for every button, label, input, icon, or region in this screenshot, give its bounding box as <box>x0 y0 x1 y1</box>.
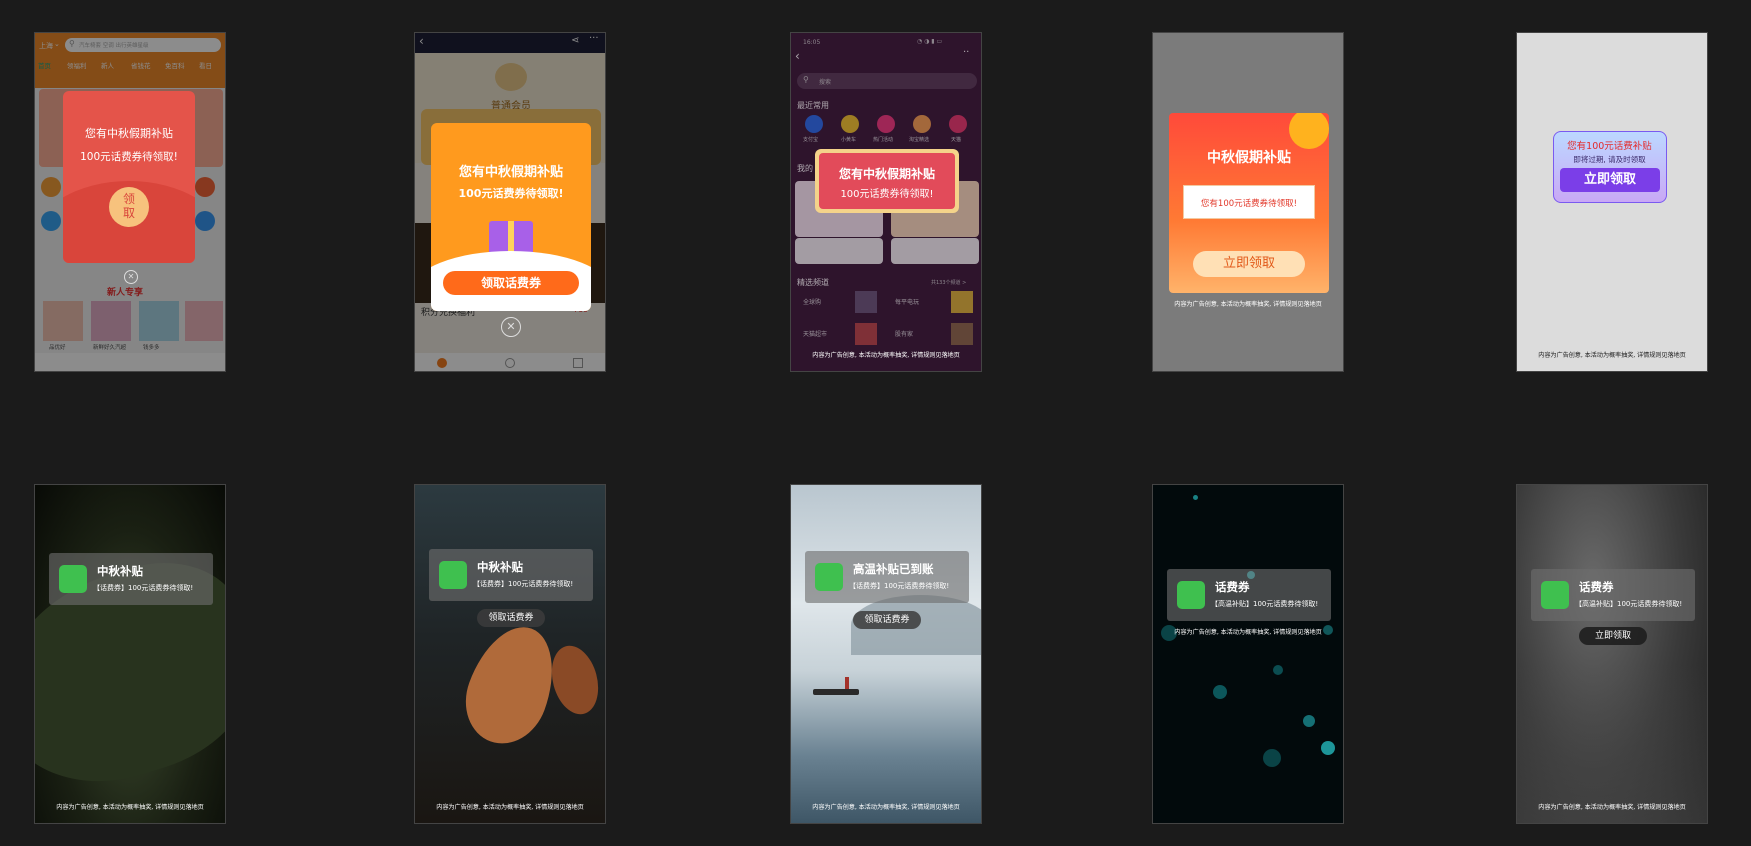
notification-title: 中秋补贴 <box>97 564 143 578</box>
claim-button[interactable]: 领取 <box>109 187 149 227</box>
popup-card[interactable]: 您有100元话费补贴 即将过期, 请及时领取 立即领取 <box>1553 131 1667 203</box>
notification-message: 【话费券】100元话费券待领取! <box>93 584 194 592</box>
popup-line-1: 您有100元话费补贴 <box>1567 141 1652 152</box>
message-notification[interactable]: 话费券 【高温补贴】100元话费券待领取! <box>1531 569 1695 621</box>
popup-card[interactable]: 中秋假期补贴 您有100元话费券待领取! 立即领取 <box>1169 113 1329 293</box>
popup-line-2: 100元话费券待领取! <box>840 189 934 200</box>
bokeh-dot <box>1273 665 1283 675</box>
popup-line-2: 100元话费券待领取! <box>80 151 178 163</box>
message-notification[interactable]: 中秋补贴 【话费券】100元话费券待领取! <box>49 553 213 605</box>
notification-message: 【话费券】100元话费券待领取! <box>473 580 574 588</box>
phone-mockup-1: 上海 ⌄ ⚲ 汽车椅套 空调 出行英雄星级 首页 领福利 新人 省钱花 免百科 … <box>34 32 226 372</box>
notification-title: 中秋补贴 <box>477 560 523 574</box>
claim-button[interactable]: 立即领取 <box>1193 251 1305 277</box>
chat-app-icon <box>439 561 467 589</box>
phone-mockup-7: 中秋补贴 【话费券】100元话费券待领取! 领取话费券 内容为广告创意, 本活动… <box>414 484 606 824</box>
message-notification[interactable]: 中秋补贴 【话费券】100元话费券待领取! <box>429 549 593 601</box>
popup-line-2: 100元话费券待领取! <box>458 187 564 200</box>
phone-mockup-2: ‹ ⋖ ··· 普通会员 积分兑换福利 ¥09 您有中秋假期补贴 100元话费券… <box>414 32 606 372</box>
disclaimer-footer: 内容为广告创意, 本活动为概率抽奖, 详情规则见落地页 <box>1174 301 1322 308</box>
disclaimer-footer: 内容为广告创意, 本活动为概率抽奖, 详情规则见落地页 <box>1538 352 1686 359</box>
claim-button[interactable]: 领取话费券 <box>443 271 579 295</box>
close-icon[interactable]: ✕ <box>124 270 138 284</box>
bokeh-dot <box>1193 495 1198 500</box>
leaf-shape <box>452 614 570 756</box>
phone-mockup-4: 中秋假期补贴 您有100元话费券待领取! 立即领取 内容为广告创意, 本活动为概… <box>1152 32 1344 372</box>
claim-button-label: 领取话费券 <box>480 276 541 290</box>
claim-button-label: 立即领取 <box>1594 631 1631 641</box>
bokeh-dot <box>1263 749 1281 767</box>
notification-title: 话费券 <box>1579 580 1614 594</box>
bokeh-dot <box>1213 685 1227 699</box>
popup-title: 中秋假期补贴 <box>1207 150 1291 166</box>
coin-icon <box>1289 113 1329 149</box>
chat-app-icon <box>1177 581 1205 609</box>
disclaimer-footer: 内容为广告创意, 本活动为概率抽奖, 详情规则见落地页 <box>436 804 584 811</box>
phone-mockup-3: 16:05 ◔ ◑ ▮ ▭ ‹ ·· ⚲ 搜索 最近常用 支付宝 小黄车 热门活… <box>790 32 982 372</box>
claim-button-label: 领取 <box>122 192 135 220</box>
close-icon[interactable]: ✕ <box>501 317 521 337</box>
orange-popup-card[interactable]: 您有中秋假期补贴 100元话费券待领取! 领取话费券 <box>431 123 591 311</box>
red-envelope-card[interactable]: 您有中秋假期补贴 100元话费券待领取! 领取 <box>63 91 195 263</box>
bokeh-dot <box>1303 715 1315 727</box>
boat-figure <box>845 677 849 689</box>
popup-line-1: 您有中秋假期补贴 <box>85 127 173 140</box>
notification-title: 高温补贴已到账 <box>853 562 934 576</box>
claim-button[interactable]: 领取话费券 <box>477 609 545 627</box>
notification-message: 【话费券】100元话费券待领取! <box>849 582 950 590</box>
claim-button-label: 领取话费券 <box>488 613 534 623</box>
message-notification[interactable]: 话费券 【高温补贴】100元话费券待领取! <box>1167 569 1331 621</box>
phone-mockup-5: 您有100元话费补贴 即将过期, 请及时领取 立即领取 内容为广告创意, 本活动… <box>1516 32 1708 372</box>
notification-message: 【高温补贴】100元话费券待领取! <box>1575 600 1683 608</box>
message-notification[interactable]: 高温补贴已到账 【话费券】100元话费券待领取! <box>805 551 969 603</box>
disclaimer-footer: 内容为广告创意, 本活动为概率抽奖, 详情规则见落地页 <box>56 804 204 811</box>
popup-message: 您有100元话费券待领取! <box>1200 199 1298 209</box>
disclaimer-footer: 内容为广告创意, 本活动为概率抽奖, 详情规则见落地页 <box>1538 804 1686 811</box>
claim-button-label: 立即领取 <box>1583 172 1636 187</box>
chat-app-icon <box>815 563 843 591</box>
claim-button-label: 立即领取 <box>1222 256 1275 271</box>
chat-app-icon <box>59 565 87 593</box>
notification-title: 话费券 <box>1215 580 1250 594</box>
chat-app-icon <box>1541 581 1569 609</box>
popup-line-2: 即将过期, 请及时领取 <box>1573 155 1646 164</box>
disclaimer-footer: 内容为广告创意, 本活动为概率抽奖, 详情规则见落地页 <box>812 352 960 359</box>
claim-button[interactable]: 立即领取 <box>1579 627 1647 645</box>
popup-inner: 您有中秋假期补贴 100元话费券待领取! <box>819 153 955 209</box>
rain-texture <box>1517 665 1707 823</box>
boat-shape <box>813 689 859 695</box>
popup-card[interactable]: 您有中秋假期补贴 100元话费券待领取! <box>815 149 959 213</box>
phone-mockup-9: 话费券 【高温补贴】100元话费券待领取! 内容为广告创意, 本活动为概率抽奖,… <box>1152 484 1344 824</box>
message-box: 您有100元话费券待领取! <box>1183 185 1315 219</box>
bokeh-dot <box>1321 741 1335 755</box>
popup-line-1: 您有中秋假期补贴 <box>838 167 935 181</box>
claim-button[interactable]: 领取话费券 <box>853 611 921 629</box>
phone-mockup-6: 中秋补贴 【话费券】100元话费券待领取! 内容为广告创意, 本活动为概率抽奖,… <box>34 484 226 824</box>
phone-mockup-10: 话费券 【高温补贴】100元话费券待领取! 立即领取 内容为广告创意, 本活动为… <box>1516 484 1708 824</box>
claim-button[interactable]: 立即领取 <box>1560 168 1660 192</box>
disclaimer-footer: 内容为广告创意, 本活动为概率抽奖, 详情规则见落地页 <box>812 804 960 811</box>
notification-message: 【高温补贴】100元话费券待领取! <box>1211 600 1319 608</box>
claim-button-label: 领取话费券 <box>864 615 910 625</box>
phone-mockup-8: 高温补贴已到账 【话费券】100元话费券待领取! 领取话费券 内容为广告创意, … <box>790 484 982 824</box>
popup-line-1: 您有中秋假期补贴 <box>458 165 563 180</box>
disclaimer-footer: 内容为广告创意, 本活动为概率抽奖, 详情规则见落地页 <box>1174 629 1322 636</box>
leaf-shape <box>544 640 605 720</box>
